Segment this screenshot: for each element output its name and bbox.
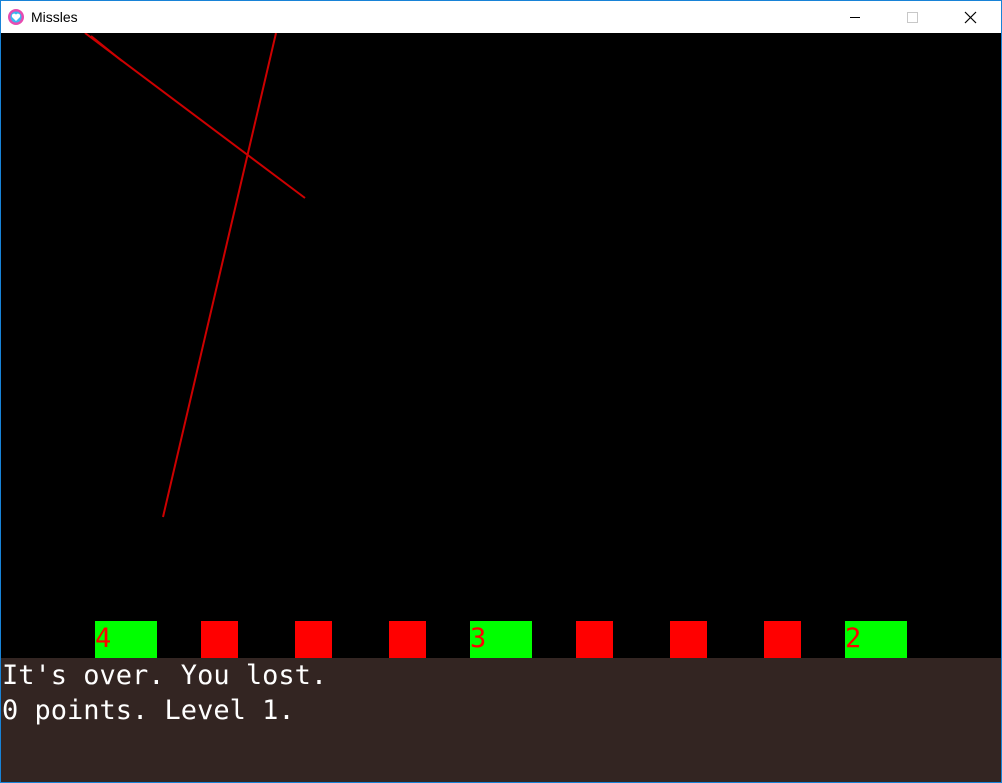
score-level-message: 0 points. Level 1. xyxy=(2,695,295,726)
heart-app-icon xyxy=(7,8,25,26)
city-3: 2 xyxy=(845,621,907,658)
missile-trail xyxy=(90,35,123,62)
title-bar[interactable]: Missles xyxy=(1,1,1001,33)
minimize-button[interactable] xyxy=(831,1,877,33)
missile-trail xyxy=(162,33,277,518)
close-button[interactable] xyxy=(947,1,993,33)
destroyed-base-2 xyxy=(295,621,332,658)
maximize-button[interactable] xyxy=(889,1,935,33)
destroyed-base-6 xyxy=(764,621,801,658)
playfield[interactable]: 4 3 2 xyxy=(1,33,1001,658)
window-title: Missles xyxy=(31,9,78,25)
city-3-ammo-label: 2 xyxy=(845,623,862,654)
missile-trails xyxy=(84,33,306,518)
game-window: Missles 4 3 2 It's over. You lost. 0 poi… xyxy=(0,0,1002,783)
game-over-message: It's over. You lost. xyxy=(2,660,328,691)
status-panel: It's over. You lost. 0 points. Level 1. xyxy=(1,658,1001,782)
city-1-ammo-label: 4 xyxy=(95,623,112,654)
maximize-icon xyxy=(907,12,918,23)
city-2-ammo-label: 3 xyxy=(470,623,487,654)
destroyed-base-5 xyxy=(670,621,707,658)
destroyed-base-3 xyxy=(389,621,426,658)
destroyed-base-4 xyxy=(576,621,613,658)
minimize-icon xyxy=(850,17,860,18)
close-icon xyxy=(964,11,977,24)
destroyed-base-1 xyxy=(201,621,238,658)
city-1: 4 xyxy=(95,621,157,658)
city-2: 3 xyxy=(470,621,532,658)
